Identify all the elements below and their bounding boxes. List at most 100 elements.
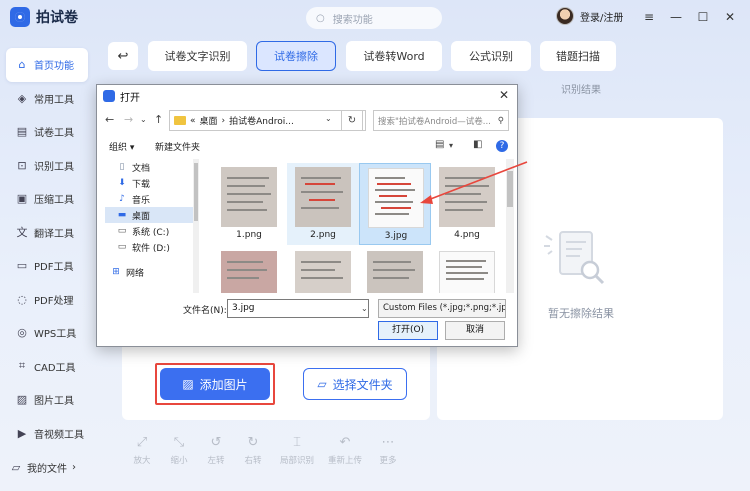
avatar <box>556 7 574 25</box>
file-name: 3.jpg <box>384 231 408 241</box>
sidebar-item-image-tools[interactable]: ▨ 图片工具 <box>6 383 88 417</box>
open-button[interactable]: 打开(O) <box>378 321 438 340</box>
tree-item-drive-c[interactable]: ▭ 系统 (C:) <box>105 223 195 239</box>
tree-scroll-thumb[interactable] <box>194 163 198 221</box>
rotate-right-button[interactable]: ↻ 右转 <box>235 434 271 467</box>
file-name: 2.png <box>310 230 336 240</box>
address-bar[interactable]: « 桌面 › 拍试卷Androi... <box>169 110 366 131</box>
tree-item-desktop[interactable]: ▬ 桌面 <box>105 207 195 223</box>
dialog-close-icon[interactable]: ✕ <box>499 88 509 102</box>
sidebar-item-common-tools[interactable]: ◈ 常用工具 <box>6 82 88 116</box>
dialog-title: 打开 <box>120 92 140 104</box>
sidebar-item-pdf-process[interactable]: ◌ PDF处理 <box>6 283 88 317</box>
file-item[interactable] <box>431 247 503 293</box>
more-button[interactable]: ⋯ 更多 <box>370 434 406 467</box>
reupload-button[interactable]: ↶ 重新上传 <box>325 434 365 467</box>
tree-item-network[interactable]: ⊞ 网络 <box>105 264 195 280</box>
tab-wrong-question-scan[interactable]: 错题扫描 <box>540 41 616 71</box>
tree-item-label: 下载 <box>132 179 151 190</box>
zoom-in-button[interactable]: ⤢ 放大 <box>124 434 160 467</box>
tree-scrollbar[interactable] <box>193 159 199 293</box>
file-grid-scrollbar[interactable] <box>506 159 514 293</box>
select-folder-label: 选择文件夹 <box>332 377 393 392</box>
sidebar-item-media-tools[interactable]: ▶ 音视频工具 <box>6 417 88 451</box>
file-item[interactable] <box>213 247 285 293</box>
sidebar-item-wps-tools[interactable]: ◎ WPS工具 <box>6 316 88 350</box>
sidebar-item-home[interactable]: ⌂ 首页功能 <box>6 48 88 82</box>
sidebar-item-translate-tools[interactable]: 文 翻译工具 <box>6 216 88 250</box>
view-options-icon[interactable]: ▤ <box>435 139 444 150</box>
sidebar-item-compress-tools[interactable]: ▣ 压缩工具 <box>6 182 88 216</box>
rotate-right-icon: ↻ <box>247 434 259 450</box>
minimize-icon[interactable]: — <box>667 8 685 26</box>
tree-item-label: 软件 (D:) <box>132 243 170 254</box>
add-image-button[interactable]: ▨ 添加图片 <box>160 368 270 400</box>
tab-paper-to-word[interactable]: 试卷转Word <box>346 41 442 71</box>
app-window: 拍试卷 ⌂ 首页功能 ◈ 常用工具 ▤ 试卷工具 ⊡ 识别工具 ▣ 压缩工具 文… <box>0 0 750 491</box>
my-files-link[interactable]: ▱ 我的文件 › <box>10 460 76 475</box>
filename-label: 文件名(N): <box>183 306 227 316</box>
tree-item-downloads[interactable]: ⬇ 下载 <box>105 175 195 191</box>
file-item[interactable]: 4.png <box>431 163 503 245</box>
search-icon: ○ <box>316 12 325 24</box>
user-login[interactable]: 登录/注册 <box>556 7 623 25</box>
file-type-select[interactable]: Custom Files (*.jpg;*.png;*.jp <box>378 299 506 318</box>
back-arrow-icon[interactable]: ← <box>105 113 114 126</box>
address-crumb-desktop[interactable]: 桌面 <box>200 114 218 127</box>
organize-button[interactable]: 组织 ▾ <box>109 140 134 153</box>
filename-dropdown-icon[interactable]: ⌄ <box>361 304 368 313</box>
tab-label: 错题扫描 <box>556 50 600 63</box>
empty-result-illustration <box>544 231 605 285</box>
paper-icon: ▤ <box>16 125 28 139</box>
music-icon: ♪ <box>119 194 125 204</box>
recent-locations-icon[interactable]: ⌄ <box>140 115 147 124</box>
zoom-out-button[interactable]: ⤡ 缩小 <box>161 434 197 467</box>
sidebar-item-cad-tools[interactable]: ⌗ CAD工具 <box>6 350 88 384</box>
translate-icon: 文 <box>16 226 28 240</box>
address-dropdown-icon[interactable]: ⌄ <box>325 114 332 123</box>
sidebar-item-pdf-tools[interactable]: ▭ PDF工具 <box>6 249 88 283</box>
refresh-icon: ↻ <box>347 115 357 126</box>
partial-recognition-button[interactable]: ⌶ 局部识别 <box>277 434 317 467</box>
back-button[interactable]: ↩ <box>108 42 138 70</box>
help-icon[interactable]: ? <box>496 140 508 152</box>
sidebar-item-label: 试卷工具 <box>34 128 74 140</box>
file-item[interactable]: 2.png <box>287 163 359 245</box>
forward-arrow-icon[interactable]: → <box>124 113 133 126</box>
file-type-value: Custom Files (*.jpg;*.png;*.jp <box>383 303 506 313</box>
tree-item-documents[interactable]: ▯ 文档 <box>105 159 195 175</box>
maximize-icon[interactable]: ☐ <box>694 8 712 26</box>
dialog-titlebar: 打开 <box>97 85 517 107</box>
folder-icon <box>174 116 186 125</box>
tab-text-recognition[interactable]: 试卷文字识别 <box>148 41 247 71</box>
file-item-selected[interactable]: 3.jpg <box>359 163 431 245</box>
file-item[interactable]: 1.png <box>213 163 285 245</box>
file-item[interactable] <box>287 247 359 293</box>
app-logo-icon <box>10 7 30 27</box>
menu-icon[interactable]: ≡ <box>640 8 658 26</box>
cancel-button[interactable]: 取消 <box>445 321 505 340</box>
sidebar-item-paper-tools[interactable]: ▤ 试卷工具 <box>6 115 88 149</box>
up-arrow-icon[interactable]: ↑ <box>154 113 163 126</box>
tree-item-drive-d[interactable]: ▭ 软件 (D:) <box>105 239 195 255</box>
select-folder-button[interactable]: ▱ 选择文件夹 <box>303 368 407 400</box>
view-dropdown-icon[interactable]: ▾ <box>449 141 453 150</box>
filename-input[interactable]: 3.jpg <box>227 299 369 318</box>
close-icon[interactable]: ✕ <box>721 8 739 26</box>
tool-label: 局部识别 <box>279 456 314 466</box>
dialog-search-input[interactable]: 搜索"拍试卷Android—试卷... ⚲ <box>373 110 509 131</box>
file-item[interactable] <box>359 247 431 293</box>
new-folder-button[interactable]: 新建文件夹 <box>155 140 200 153</box>
preview-pane-icon[interactable]: ◧ <box>473 139 482 150</box>
tab-paper-erase[interactable]: 试卷擦除 <box>256 41 336 71</box>
address-crumb-folder[interactable]: 拍试卷Androi... <box>229 114 294 127</box>
refresh-button[interactable]: ↻ <box>341 110 363 131</box>
sidebar-item-label: 图片工具 <box>34 396 74 408</box>
file-grid-scroll-thumb[interactable] <box>507 171 513 207</box>
tree-item-music[interactable]: ♪ 音乐 <box>105 191 195 207</box>
tab-formula-recognition[interactable]: 公式识别 <box>451 41 531 71</box>
search-input[interactable]: ○ 搜索功能 <box>306 7 442 29</box>
rotate-left-button[interactable]: ↺ 左转 <box>198 434 234 467</box>
desktop-icon: ▬ <box>117 210 127 220</box>
sidebar-item-recognition-tools[interactable]: ⊡ 识别工具 <box>6 149 88 183</box>
